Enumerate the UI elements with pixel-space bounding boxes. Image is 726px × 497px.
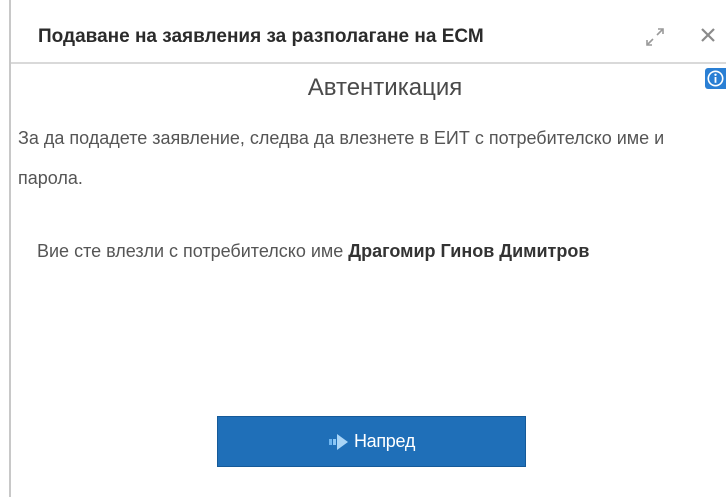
section-heading: Автентикация bbox=[307, 74, 463, 101]
next-button-label: Напред bbox=[353, 431, 416, 451]
login-info: Вие сте влезли с потребителско име Драго… bbox=[37, 232, 677, 270]
close-icon[interactable] bbox=[697, 24, 719, 46]
info-icon[interactable] bbox=[705, 68, 726, 89]
next-button[interactable]: Напред bbox=[217, 416, 526, 467]
dialog-left-border bbox=[9, 0, 11, 497]
instruction-text: За да подадете заявление, следва да влез… bbox=[18, 128, 665, 188]
arrow-right-icon bbox=[328, 433, 348, 450]
dialog-window: Подаване на заявления за разполагане на … bbox=[0, 0, 726, 497]
login-info-prefix: Вие сте влезли с потребителско име bbox=[37, 241, 349, 261]
logged-user-name: Драгомир Гинов Димитров bbox=[348, 241, 590, 261]
dialog-title: Подаване на заявления за разполагане на … bbox=[38, 26, 484, 47]
maximize-icon[interactable] bbox=[644, 26, 666, 48]
dialog-title-bar: Подаване на заявления за разполагане на … bbox=[11, 0, 726, 64]
